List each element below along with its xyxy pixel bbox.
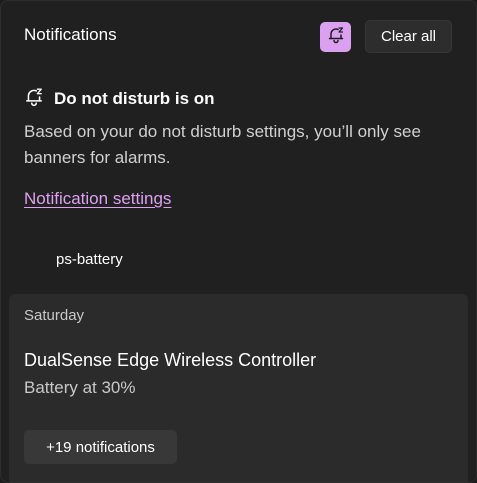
dnd-description: Based on your do not disturb settings, y…: [24, 122, 421, 167]
more-notifications-button[interactable]: +19 notifications: [24, 430, 177, 464]
notification-title: DualSense Edge Wireless Controller: [24, 350, 317, 370]
header-title: Notifications: [24, 25, 117, 44]
do-not-disturb-toggle[interactable]: [320, 22, 351, 52]
dnd-title-row: Do not disturb is on: [24, 87, 454, 111]
notification-header: Notifications Clear all: [1, 1, 476, 71]
notification-center-panel: Notifications Clear all Do not disturb i…: [0, 0, 477, 483]
app-group-name: ps-battery: [56, 251, 123, 268]
notification-date: Saturday: [24, 307, 85, 324]
notification-body: Battery at 30%: [24, 378, 136, 397]
notification-settings-link[interactable]: Notification settings: [24, 189, 171, 209]
dnd-title: Do not disturb is on: [54, 89, 215, 108]
do-not-disturb-banner: Do not disturb is on Based on your do no…: [24, 87, 454, 171]
bell-snooze-icon: [24, 87, 44, 112]
bell-snooze-icon: [327, 26, 345, 49]
clear-all-button[interactable]: Clear all: [365, 20, 452, 53]
notification-card[interactable]: Saturday DualSense Edge Wireless Control…: [9, 294, 468, 482]
